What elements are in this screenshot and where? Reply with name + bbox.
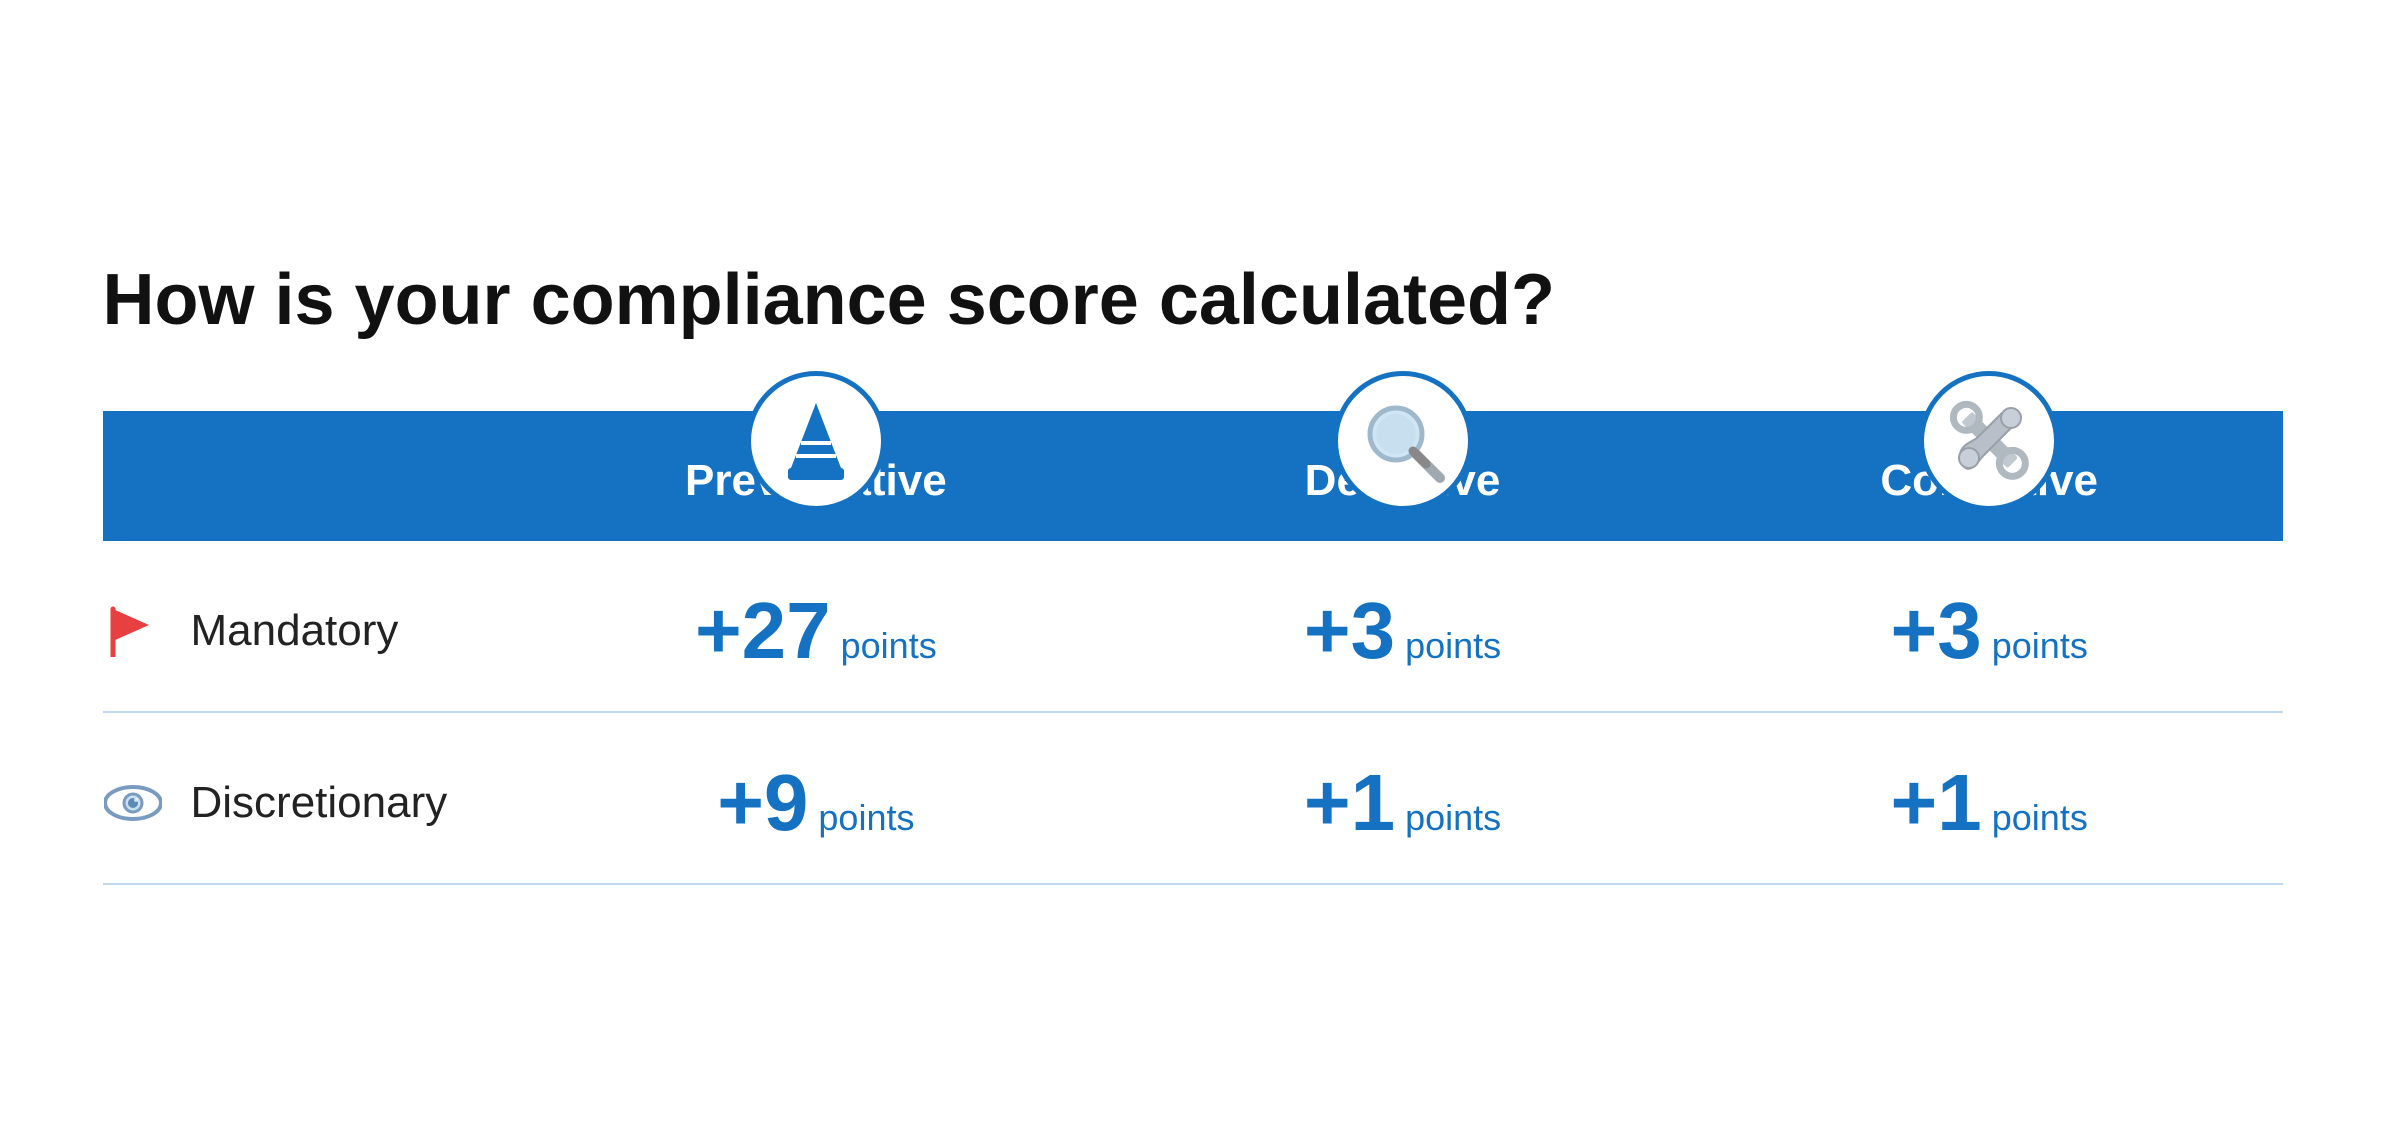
mandatory-preventative-score: +27 (695, 591, 831, 671)
discretionary-corrective-unit: points (1992, 797, 2088, 839)
mandatory-label: Mandatory (191, 606, 399, 656)
mandatory-corrective-score: +3 (1891, 591, 1982, 671)
mandatory-label-area: Mandatory (103, 605, 523, 657)
discretionary-eye-icon (103, 784, 163, 822)
corrective-icon-circle (1919, 371, 2059, 511)
mandatory-corrective-unit: points (1992, 625, 2088, 667)
discretionary-detective-value: +1 points (1109, 763, 1696, 843)
page-title: How is your compliance score calculated? (103, 261, 2283, 340)
discretionary-preventative-score: +9 (717, 763, 808, 843)
mandatory-detective-value: +3 points (1109, 591, 1696, 671)
mandatory-detective-unit: points (1405, 625, 1501, 667)
cone-icon (776, 398, 856, 483)
discretionary-corrective-score: +1 (1891, 763, 1982, 843)
discretionary-corrective-value: +1 points (1696, 763, 2283, 843)
main-container: How is your compliance score calculated?… (43, 201, 2343, 924)
flag-icon (109, 605, 157, 657)
mandatory-flag-icon (103, 605, 163, 657)
discretionary-row: Discretionary +9 points +1 points +1 poi… (103, 713, 2283, 885)
discretionary-label: Discretionary (191, 778, 448, 828)
column-corrective: Corrective (1696, 446, 2283, 506)
magnifier-icon (1358, 396, 1448, 486)
data-section: Mandatory +27 points +3 points +3 points (103, 541, 2283, 885)
eye-icon (104, 784, 162, 822)
column-detective: Detective (1109, 446, 1696, 506)
banner-row: Preventative Detective (103, 411, 2283, 541)
mandatory-preventative-unit: points (841, 625, 937, 667)
preventative-icon-circle (746, 371, 886, 511)
discretionary-label-area: Discretionary (103, 778, 523, 828)
discretionary-detective-score: +1 (1304, 763, 1395, 843)
mandatory-corrective-value: +3 points (1696, 591, 2283, 671)
detective-icon-circle (1333, 371, 1473, 511)
wrench-icon (1947, 398, 2032, 483)
mandatory-row: Mandatory +27 points +3 points +3 points (103, 541, 2283, 713)
discretionary-preventative-unit: points (818, 797, 914, 839)
discretionary-preventative-value: +9 points (523, 763, 1110, 843)
column-preventative: Preventative (523, 446, 1110, 506)
mandatory-detective-score: +3 (1304, 591, 1395, 671)
mandatory-preventative-value: +27 points (523, 591, 1110, 671)
discretionary-detective-unit: points (1405, 797, 1501, 839)
